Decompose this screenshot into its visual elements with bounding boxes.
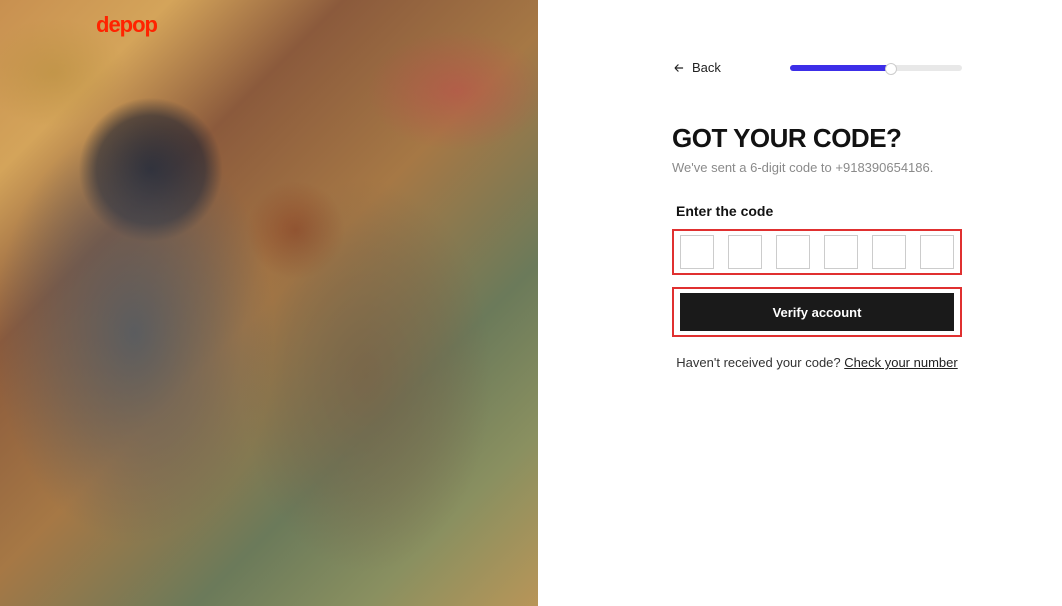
code-input-highlight [672,229,962,275]
code-digit-5[interactable] [872,235,906,269]
code-label: Enter the code [676,203,962,219]
code-inputs-row [680,235,954,269]
code-digit-6[interactable] [920,235,954,269]
back-button[interactable]: Back [672,60,721,75]
resend-prompt: Haven't received your code? [676,355,844,370]
code-digit-1[interactable] [680,235,714,269]
page-subtext: We've sent a 6-digit code to +9183906541… [672,160,962,175]
code-digit-2[interactable] [728,235,762,269]
check-number-link[interactable]: Check your number [844,355,957,370]
verification-panel: Back GOT YOUR CODE? We've sent a 6-digit… [538,0,1062,606]
top-row: Back [672,60,962,75]
progress-fill [790,65,893,71]
code-digit-4[interactable] [824,235,858,269]
verify-account-button[interactable]: Verify account [680,293,954,331]
arrow-left-icon [672,61,686,75]
progress-bar [790,65,962,71]
code-digit-3[interactable] [776,235,810,269]
back-label: Back [692,60,721,75]
hero-image-panel: depop [0,0,538,606]
verify-button-highlight: Verify account [672,287,962,337]
depop-logo: depop [96,12,157,38]
page-heading: GOT YOUR CODE? [672,123,962,154]
resend-row: Haven't received your code? Check your n… [672,355,962,370]
